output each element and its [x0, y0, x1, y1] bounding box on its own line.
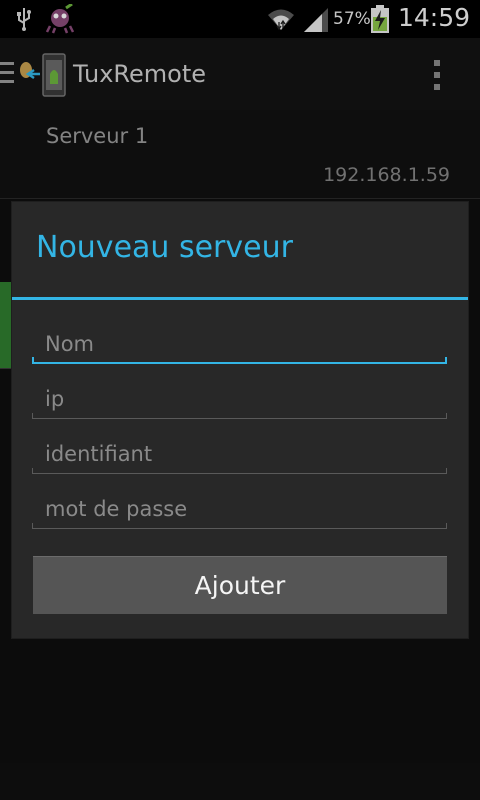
dialog-title: Nouveau serveur: [36, 230, 293, 265]
password-field: [32, 489, 447, 529]
dialog-title-divider: [12, 297, 468, 300]
new-server-dialog: Nouveau serveur Ajouter: [12, 202, 468, 638]
password-input[interactable]: [32, 489, 447, 529]
username-field: [32, 434, 447, 474]
ip-input[interactable]: [32, 379, 447, 419]
name-field: [32, 324, 447, 364]
name-input[interactable]: [32, 324, 447, 364]
ip-field: [32, 379, 447, 419]
username-input[interactable]: [32, 434, 447, 474]
add-server-button[interactable]: Ajouter: [33, 556, 447, 614]
